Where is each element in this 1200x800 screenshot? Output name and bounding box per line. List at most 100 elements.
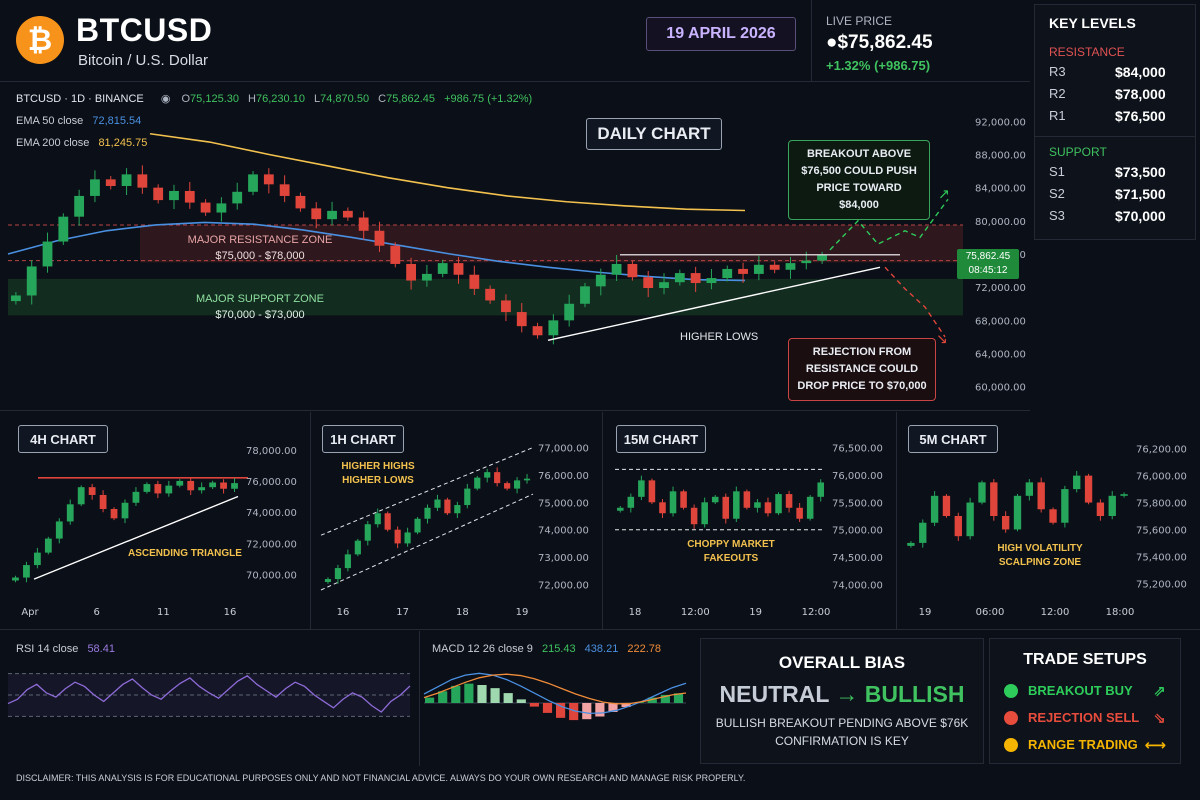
- 4h-candle: [88, 487, 96, 495]
- setup-dot-icon: [1004, 683, 1018, 698]
- 4h-candle: [77, 487, 85, 505]
- 15m-candle: [806, 496, 814, 519]
- tab-4h-chart[interactable]: 4H CHART: [18, 425, 108, 453]
- 1h-annotation-line-1: HIGHER HIGHS: [341, 461, 415, 472]
- 1h-candle: [354, 540, 361, 555]
- tab-1h-chart[interactable]: 1H CHART: [322, 425, 404, 453]
- 4h-candle: [99, 494, 107, 509]
- live-price-label: LIVE PRICE: [826, 14, 893, 28]
- support-row: S1 $73,500: [1049, 164, 1181, 186]
- 4h-candle: [154, 484, 162, 494]
- 15m-y-tick: 75,000.00: [832, 526, 883, 537]
- macd-chart[interactable]: [420, 655, 690, 735]
- 15m-candle: [775, 494, 782, 514]
- macd-histogram-bar: [516, 699, 526, 703]
- daily-candle: [248, 174, 258, 192]
- 15m-annotation: CHOPPY MARKET FAKEOUTS: [676, 538, 786, 566]
- 4h-candle: [55, 521, 63, 539]
- bias-to: BULLISH: [864, 681, 965, 707]
- setup-label: RANGE TRADING: [1028, 737, 1138, 752]
- 4h-candle: [187, 480, 195, 491]
- 1h-candle: [394, 529, 401, 544]
- bias-verdict: NEUTRAL → BULLISH: [701, 681, 983, 708]
- daily-candle: [690, 273, 701, 284]
- daily-y-tick: 80,000.00: [975, 217, 1026, 228]
- 4h-candle: [143, 484, 151, 492]
- 1h-candle: [424, 507, 431, 519]
- 1h-candle: [494, 472, 501, 484]
- tab-5m-chart[interactable]: 5M CHART: [908, 425, 998, 453]
- 1h-candle: [384, 513, 391, 530]
- current-price-tag: 75,862.45 08:45:12: [957, 249, 1019, 279]
- tab-15m-chart[interactable]: 15M CHART: [616, 425, 706, 453]
- daily-candle: [342, 210, 353, 218]
- 5m-candle: [1013, 495, 1022, 530]
- 4h-candle: [12, 577, 19, 581]
- resistance-name: R2: [1049, 86, 1066, 101]
- rsi-chart[interactable]: [0, 655, 420, 735]
- support-zone-label: MAJOR SUPPORT ZONE $70,000 - $73,000: [150, 291, 370, 323]
- 1h-candle: [334, 568, 342, 580]
- breakout-line-3: PRICE TOWARD $84,000: [816, 182, 902, 211]
- setup-arrow-icon: ⇘: [1153, 709, 1166, 727]
- resistance-row: R2 $78,000: [1049, 86, 1181, 108]
- daily-candle: [74, 195, 85, 217]
- 15m-candle: [659, 502, 666, 514]
- 1h-candle: [484, 472, 491, 478]
- bias-from: NEUTRAL: [719, 681, 829, 707]
- sup-zone-title: MAJOR SUPPORT ZONE: [196, 293, 324, 305]
- support-name: S3: [1049, 208, 1065, 223]
- resistance-row: R1 $76,500: [1049, 108, 1181, 130]
- daily-candle: [374, 230, 385, 246]
- macd-histogram-bar: [451, 685, 461, 703]
- 1h-y-tick: 74,000.00: [538, 526, 589, 537]
- daily-y-tick: 60,000.00: [975, 383, 1026, 394]
- key-levels-title: KEY LEVELS: [1049, 15, 1136, 31]
- daily-candle: [42, 241, 53, 267]
- breakout-line-1: BREAKOUT ABOVE: [806, 148, 912, 160]
- 4h-candle: [209, 482, 217, 488]
- 1h-candle: [474, 477, 481, 489]
- resistance-name: R1: [1049, 108, 1066, 123]
- 1h-x-tick: 19: [516, 607, 529, 618]
- 4h-y-tick: 72,000.00: [246, 539, 297, 550]
- daily-candle: [564, 303, 575, 321]
- trade-setup-item[interactable]: RANGE TRADING ⟷: [1004, 731, 1166, 758]
- date-text: 19 APRIL 2026: [666, 25, 776, 42]
- 4h-candle: [44, 538, 52, 553]
- 4h-y-tick: 76,000.00: [246, 477, 297, 488]
- 5m-candle: [1084, 475, 1093, 503]
- 1h-candle: [504, 483, 511, 489]
- daily-candle: [295, 195, 306, 209]
- resistance-value: $84,000: [1115, 64, 1166, 80]
- daily-chart-title: DAILY CHART: [586, 118, 722, 150]
- daily-candle: [169, 190, 179, 201]
- 5m-x-tick: 12:00: [1041, 607, 1070, 618]
- 4h-x-tick: 6: [93, 607, 99, 618]
- daily-candle: [216, 203, 227, 213]
- 5m-y-tick: 75,200.00: [1136, 579, 1187, 590]
- daily-candle: [358, 217, 369, 231]
- trade-setup-item[interactable]: BREAKOUT BUY ⇗: [1004, 677, 1166, 704]
- setup-arrow-icon: ⇗: [1153, 682, 1166, 700]
- 1h-candle: [404, 532, 411, 544]
- daily-candle: [422, 273, 432, 281]
- macd-legend: MACD 12 26 close 9 215.43 438.21 222.78: [432, 643, 661, 655]
- macd-line-value: 438.21: [584, 643, 619, 655]
- support-name: S2: [1049, 186, 1065, 201]
- daily-y-tick: 88,000.00: [975, 150, 1026, 161]
- 4h-y-tick: 70,000.00: [246, 570, 297, 581]
- res-zone-title: MAJOR RESISTANCE ZONE: [187, 234, 333, 246]
- macd-histogram-bar: [490, 688, 500, 703]
- daily-y-tick: 68,000.00: [975, 316, 1026, 327]
- bearish-arrow-icon: ↘: [936, 332, 948, 348]
- trade-setup-item[interactable]: REJECTION SELL ⇘: [1004, 704, 1166, 731]
- trade-setups-panel: TRADE SETUPS BREAKOUT BUY ⇗ REJECTION SELL…: [989, 638, 1181, 764]
- 1h-candle: [523, 478, 531, 481]
- 4h-x-tick: Apr: [21, 607, 39, 618]
- bias-title: OVERALL BIAS: [778, 653, 906, 672]
- 1h-candle: [414, 518, 421, 533]
- 4h-candle: [121, 502, 129, 519]
- daily-candle: [437, 263, 448, 274]
- daily-y-tick: 92,000.00: [975, 117, 1026, 128]
